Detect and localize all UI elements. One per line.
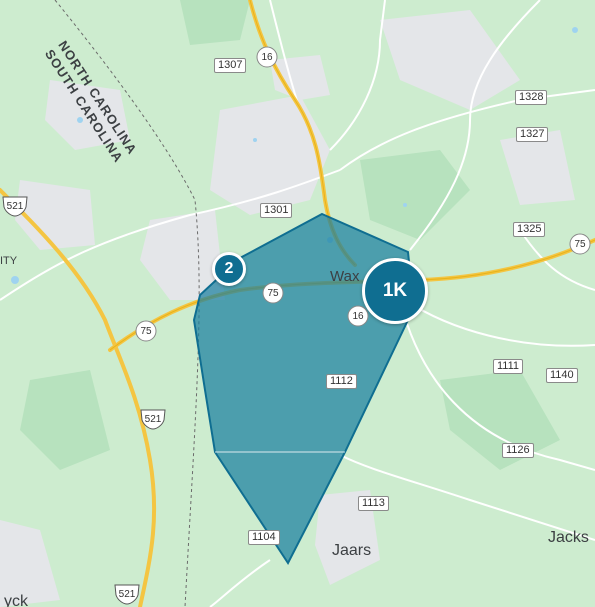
route-label: 1104 — [248, 530, 280, 545]
route-label: 1307 — [214, 58, 247, 73]
route-label: 1301 — [260, 203, 293, 218]
route-label: 1327 — [516, 127, 549, 142]
highway-shield: 521 — [114, 583, 140, 605]
highway-shield: 16 — [347, 305, 369, 327]
place-label-jaars: Jaars — [332, 542, 372, 559]
highway-shield: 521 — [2, 195, 28, 217]
place-label-waxhaw: Wax — [330, 268, 360, 285]
place-label-bottom-left: yck — [4, 593, 28, 607]
highway-shield: 75 — [135, 320, 157, 342]
highway-shield: 75 — [262, 282, 284, 304]
route-label: 1328 — [515, 90, 548, 105]
outage-cluster-marker-large[interactable]: 1K — [362, 258, 428, 324]
route-label: 1111 — [493, 359, 524, 374]
highway-shield: 16 — [256, 46, 278, 68]
route-label: 1325 — [513, 222, 546, 237]
outage-cluster-marker[interactable]: 2 — [212, 252, 246, 286]
route-label: 1113 — [358, 496, 389, 511]
route-label: 1140 — [546, 368, 578, 383]
place-label-city: ITY — [0, 255, 18, 267]
route-label: 1112 — [326, 374, 357, 389]
highway-shield: 521 — [140, 408, 166, 430]
map-canvas[interactable]: NORTH CAROLINA SOUTH CAROLINA Wax Jaars … — [0, 0, 595, 607]
highway-shield: 75 — [569, 233, 591, 255]
route-label: 1126 — [502, 443, 534, 458]
place-label-jackson: Jacks — [548, 529, 589, 546]
